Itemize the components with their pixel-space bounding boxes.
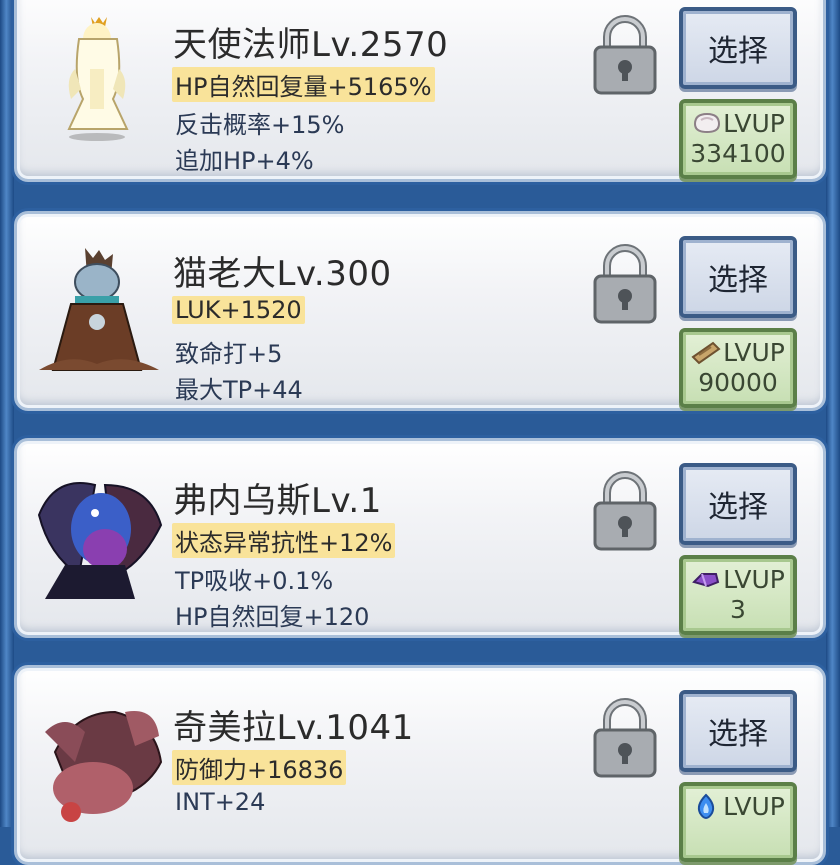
lock-icon[interactable]	[591, 13, 659, 97]
select-button[interactable]: 选择	[679, 463, 797, 545]
blue-flame-icon	[691, 793, 721, 819]
lock-icon[interactable]	[591, 696, 659, 780]
character-name: 奇美拉Lv.1041	[173, 708, 414, 748]
primary-stat: LUK+1520	[172, 296, 305, 324]
lvup-button[interactable]: LVUP 334100	[679, 99, 797, 179]
demon-portrait	[35, 465, 165, 615]
cat-boss-portrait	[35, 238, 165, 388]
angel-mage-portrait	[35, 9, 165, 159]
secondary-stat: 致命打+5	[175, 340, 283, 368]
lvup-label: LVUP	[723, 791, 785, 821]
primary-stat: HP自然回复量+5165%	[172, 67, 435, 102]
secondary-stat: TP吸收+0.1%	[175, 567, 334, 595]
character-card: 猫老大Lv.300 LUK+1520 致命打+5 最大TP+44 选择 LVUP…	[14, 211, 826, 411]
secondary-stat: INT+24	[175, 788, 266, 816]
tertiary-stat: 最大TP+44	[175, 376, 303, 404]
select-button[interactable]: 选择	[679, 236, 797, 318]
wood-icon	[691, 339, 721, 365]
character-card: 天使法师Lv.2570 HP自然回复量+5165% 反击概率+15% 追加HP+…	[14, 0, 826, 182]
tertiary-stat: 追加HP+4%	[175, 147, 314, 175]
character-name: 天使法师Lv.2570	[173, 25, 449, 65]
lock-icon[interactable]	[591, 469, 659, 553]
lvup-cost: 90000	[698, 368, 778, 397]
lvup-label: LVUP	[723, 337, 785, 367]
stone-icon	[691, 110, 721, 136]
character-name: 猫老大Lv.300	[173, 254, 392, 294]
lvup-button[interactable]: LVUP 90000	[679, 328, 797, 408]
character-list[interactable]: 天使法师Lv.2570 HP自然回复量+5165% 反击概率+15% 追加HP+…	[0, 0, 840, 865]
character-name: 弗内乌斯Lv.1	[173, 481, 382, 521]
lvup-button[interactable]: LVUP	[679, 782, 797, 862]
primary-stat: 防御力+16836	[172, 750, 347, 785]
purple-crystal-icon	[691, 566, 721, 592]
lvup-button[interactable]: LVUP 3	[679, 555, 797, 635]
lvup-cost: 334100	[690, 139, 786, 168]
tertiary-stat: HP自然回复+120	[175, 603, 370, 631]
select-button[interactable]: 选择	[679, 690, 797, 772]
character-card: 弗内乌斯Lv.1 状态异常抗性+12% TP吸收+0.1% HP自然回复+120…	[14, 438, 826, 638]
chimera-portrait	[35, 692, 165, 842]
lock-icon[interactable]	[591, 242, 659, 326]
lvup-label: LVUP	[723, 564, 785, 594]
secondary-stat: 反击概率+15%	[175, 111, 345, 139]
lvup-label: LVUP	[723, 108, 785, 138]
primary-stat: 状态异常抗性+12%	[172, 523, 396, 558]
select-button[interactable]: 选择	[679, 7, 797, 89]
character-card: 奇美拉Lv.1041 防御力+16836 INT+24 选择 LVUP	[14, 665, 826, 865]
lvup-cost: 3	[730, 595, 746, 624]
